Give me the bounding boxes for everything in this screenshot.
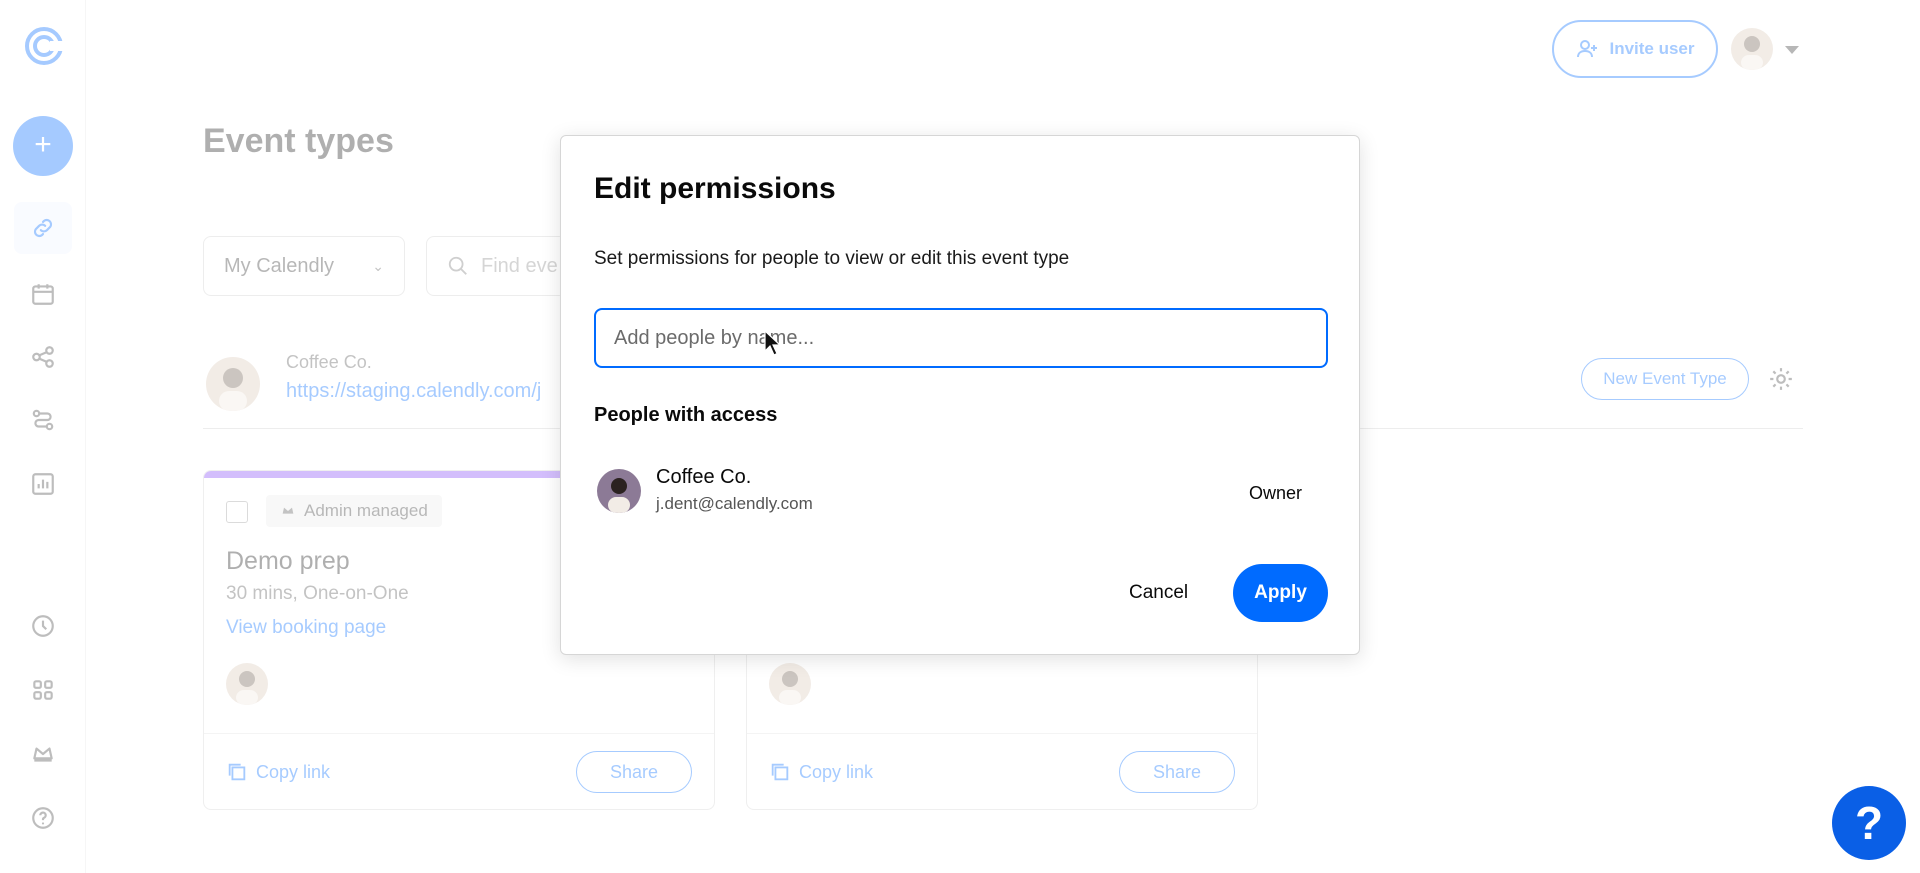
event-title: Demo prep (226, 547, 350, 575)
calendar-icon (32, 284, 54, 305)
help-button[interactable]: ? (1832, 786, 1906, 860)
chevron-down-icon: ⌄ (372, 257, 384, 274)
calendar-filter-select[interactable]: My Calendly ⌄ (203, 236, 405, 296)
sidebar-item-admin-center[interactable] (14, 728, 72, 780)
bar-chart-icon (32, 473, 54, 495)
owner-avatar (206, 357, 260, 411)
crown-icon (33, 747, 53, 762)
view-booking-page-link[interactable]: View booking page (226, 617, 386, 639)
copy-link-button[interactable]: Copy link (769, 761, 873, 783)
question-circle-icon (32, 807, 54, 829)
copy-link-label: Copy link (799, 761, 874, 782)
sidebar-item-help[interactable] (14, 792, 72, 844)
sidebar-item-event-types[interactable] (14, 202, 72, 254)
owner-url-link[interactable]: https://staging.calendly.com/j (286, 380, 561, 403)
apply-button[interactable]: Apply (1233, 564, 1328, 622)
member-name: Coffee Co. (656, 466, 752, 488)
share-button[interactable]: Share (576, 751, 692, 793)
crown-icon (282, 507, 294, 515)
card-divider (747, 733, 1257, 734)
copy-link-label: Copy link (256, 761, 331, 782)
owner-name: Coffee Co. (286, 352, 372, 372)
copy-icon (228, 763, 246, 781)
new-event-type-button[interactable]: New Event Type (1581, 358, 1749, 400)
mouse-cursor-icon (764, 330, 782, 356)
sidebar-item-availability[interactable] (14, 600, 72, 652)
page-title: Event types (203, 122, 394, 160)
card-divider (204, 733, 714, 734)
invite-user-button[interactable]: Invite user (1552, 20, 1718, 78)
profile-avatar[interactable] (1731, 28, 1773, 70)
route-icon (32, 409, 54, 431)
link-icon (33, 218, 53, 238)
sidebar: + (0, 0, 86, 873)
copy-link-button[interactable]: Copy link (226, 761, 330, 783)
admin-managed-badge: Admin managed (266, 495, 442, 527)
edit-permissions-dialog: Edit permissions Set permissions for peo… (560, 135, 1360, 655)
sidebar-item-analytics[interactable] (14, 458, 72, 510)
invite-user-label: Invite user (1609, 39, 1695, 58)
member-email: j.dent@calendly.com (656, 494, 813, 513)
sidebar-item-workflows[interactable] (14, 331, 72, 383)
gear-icon[interactable] (1768, 366, 1794, 392)
sidebar-item-scheduled-events[interactable] (14, 268, 72, 320)
profile-menu-chevron-icon[interactable] (1785, 46, 1799, 54)
badge-label: Admin managed (304, 501, 428, 520)
search-icon (448, 256, 467, 275)
apps-grid-icon (33, 680, 53, 700)
share-button[interactable]: Share (1119, 751, 1235, 793)
dialog-description: Set permissions for people to view or ed… (594, 248, 1070, 269)
member-role: Owner (1249, 483, 1303, 503)
sidebar-item-routing[interactable] (14, 394, 72, 446)
member-avatar (597, 469, 641, 513)
copy-icon (771, 763, 789, 781)
create-button[interactable]: + (13, 116, 73, 176)
card-select-checkbox[interactable] (226, 501, 248, 523)
add-people-input[interactable] (594, 308, 1328, 368)
event-search-placeholder: Find eve (481, 254, 558, 277)
sidebar-item-integrations[interactable] (14, 664, 72, 716)
calendly-logo-icon[interactable] (24, 26, 64, 66)
calendar-filter-value: My Calendly (224, 254, 335, 277)
clock-icon (32, 615, 54, 637)
host-avatar (226, 663, 268, 705)
add-user-icon (1577, 40, 1598, 58)
people-with-access-heading: People with access (594, 404, 778, 426)
event-subtitle: 30 mins, One-on-One (226, 583, 409, 604)
cancel-button[interactable]: Cancel (1111, 564, 1206, 622)
dialog-title: Edit permissions (594, 172, 836, 205)
host-avatar (769, 663, 811, 705)
share-nodes-icon (32, 346, 54, 368)
